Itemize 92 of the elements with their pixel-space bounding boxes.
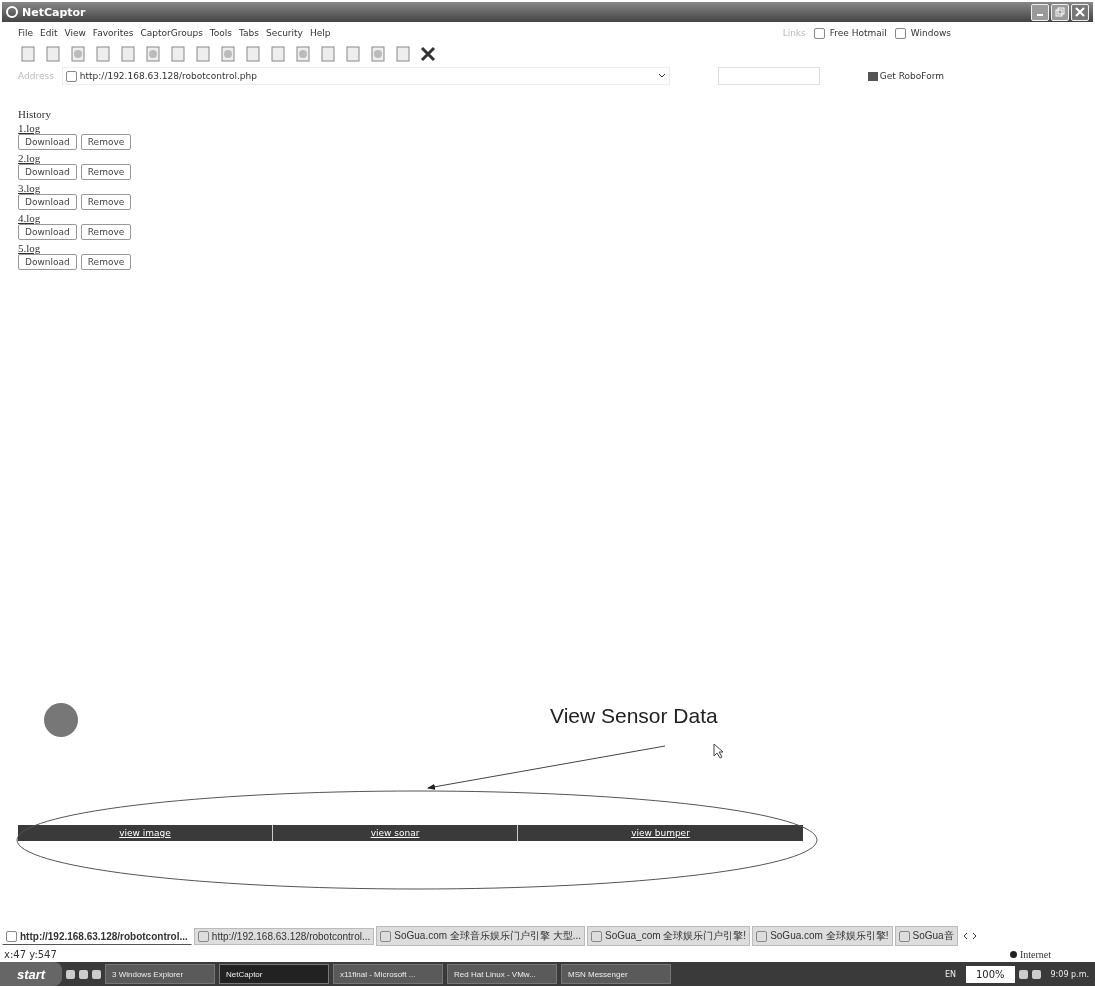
log-action-button[interactable]: Remove <box>80 194 132 210</box>
log-action-button[interactable]: Download <box>18 164 77 180</box>
nav-link[interactable]: view image <box>18 825 273 841</box>
browser-tab[interactable]: SoGua音 <box>894 926 958 946</box>
cursor-icon <box>713 743 724 759</box>
log-action-button[interactable]: Download <box>18 254 77 270</box>
log-action-button[interactable]: Download <box>18 224 77 240</box>
page-icon <box>197 930 209 942</box>
page-icon <box>813 27 825 39</box>
menu-item[interactable]: Edit <box>40 28 58 38</box>
status-circle <box>44 703 78 737</box>
log-action-button[interactable]: Remove <box>80 164 132 180</box>
tab-scroll-icon[interactable] <box>961 930 978 942</box>
history-heading: History <box>18 108 52 120</box>
taskbar-button[interactable]: x11final - Microsoft ... <box>333 964 443 984</box>
link-button[interactable]: Windows <box>894 27 951 39</box>
security-zone: Internet <box>1009 948 1051 960</box>
browser-tab[interactable]: http://192.168.63.128/robotcontrol... <box>193 927 375 945</box>
close-icon[interactable] <box>418 45 438 63</box>
taskbar-button[interactable]: MSN Messenger <box>561 964 671 984</box>
globe-icon <box>1009 950 1017 958</box>
taskbar-button[interactable]: 3 Windows Explorer <box>105 964 215 984</box>
robot-icon <box>867 71 878 81</box>
log-action-button[interactable]: Download <box>18 194 77 210</box>
toolbar-icon[interactable] <box>343 45 363 63</box>
toolbar-icon[interactable] <box>168 45 188 63</box>
log-link[interactable]: 2.log <box>18 152 41 164</box>
page-icon <box>894 27 906 39</box>
menu-item[interactable]: Security <box>265 28 303 38</box>
toolbar-icon[interactable] <box>318 45 338 63</box>
language-indicator: EN <box>943 969 957 979</box>
log-action-button[interactable]: Remove <box>80 224 132 240</box>
log-action-button[interactable]: Download <box>18 134 77 150</box>
toolbar-icon[interactable] <box>393 45 413 63</box>
annotation-text: View Sensor Data <box>550 704 718 728</box>
page-icon <box>380 930 392 942</box>
log-link[interactable]: 5.log <box>18 242 41 254</box>
start-button[interactable]: start <box>0 962 62 986</box>
page-icon <box>6 930 17 942</box>
menu-item[interactable]: Help <box>309 28 331 38</box>
browser-tab[interactable]: SoGua_com 全球娱乐门户引擎! <box>587 926 751 946</box>
browser-tab[interactable]: SoGua.com 全球娱乐引擎! <box>752 926 893 946</box>
restore-icon <box>1055 7 1065 17</box>
toolbar-icon[interactable] <box>218 45 238 63</box>
link-button[interactable]: Free Hotmail <box>813 27 887 39</box>
close-icon <box>1075 7 1085 17</box>
log-link[interactable]: 3.log <box>18 182 41 194</box>
dropdown-icon[interactable] <box>657 73 666 79</box>
links-label: Links <box>782 27 806 39</box>
minimize-icon <box>1037 14 1043 16</box>
toolbar-icon[interactable] <box>93 45 113 63</box>
toolbar-icon[interactable] <box>118 45 138 63</box>
log-link[interactable]: 1.log <box>18 122 41 134</box>
status-coordinates: x:47 y:547 <box>4 948 57 960</box>
zoom-level[interactable]: 100% <box>965 965 1015 983</box>
search-field[interactable] <box>717 67 820 85</box>
menu-item[interactable]: Tools <box>209 28 233 38</box>
address-field[interactable]: http://192.168.63.128/robotcontrol.php <box>61 67 670 85</box>
toolbar-icon[interactable] <box>268 45 288 63</box>
toolbar-icon[interactable] <box>43 45 63 63</box>
log-action-button[interactable]: Remove <box>80 134 132 150</box>
browser-tab[interactable]: SoGua.com 全球音乐娱乐门户引擎 大型... <box>376 926 585 946</box>
taskbar-button[interactable]: NetCaptor <box>219 964 329 984</box>
nav-link[interactable]: view bumper <box>518 825 803 841</box>
restore-button[interactable] <box>1051 3 1069 21</box>
close-button[interactable] <box>1071 3 1089 21</box>
address-label: Address <box>18 71 54 81</box>
toolbar-icon[interactable] <box>18 45 38 63</box>
menu-item[interactable]: CaptorGroups <box>140 28 203 38</box>
log-link[interactable]: 4.log <box>18 212 41 224</box>
toolbar-icon[interactable] <box>193 45 213 63</box>
toolbar-icon[interactable] <box>243 45 263 63</box>
clock: 9:09 p.m. <box>1049 969 1090 979</box>
page-icon <box>898 930 910 942</box>
menu-item[interactable]: Tabs <box>239 28 259 38</box>
toolbar-icon[interactable] <box>68 45 88 63</box>
nav-link[interactable]: view sonar <box>273 825 518 841</box>
toolbar-icon[interactable] <box>368 45 388 63</box>
toolbar-icon[interactable] <box>293 45 313 63</box>
menu-item[interactable]: File <box>18 28 34 38</box>
minimize-button[interactable] <box>1031 3 1049 21</box>
menu-item[interactable]: Favorites <box>92 28 134 38</box>
page-icon <box>591 930 602 942</box>
taskbar-button[interactable]: Red Hat Linux - VMw... <box>447 964 557 984</box>
window-title: NetCaptor <box>22 5 87 19</box>
roboform-button[interactable]: Get RoboForm <box>867 71 944 81</box>
page-icon <box>756 930 768 942</box>
log-action-button[interactable]: Remove <box>80 254 132 270</box>
page-icon <box>65 70 77 82</box>
app-logo-icon <box>6 6 18 18</box>
toolbar-icon[interactable] <box>143 45 163 63</box>
menu-item[interactable]: View <box>64 28 86 38</box>
